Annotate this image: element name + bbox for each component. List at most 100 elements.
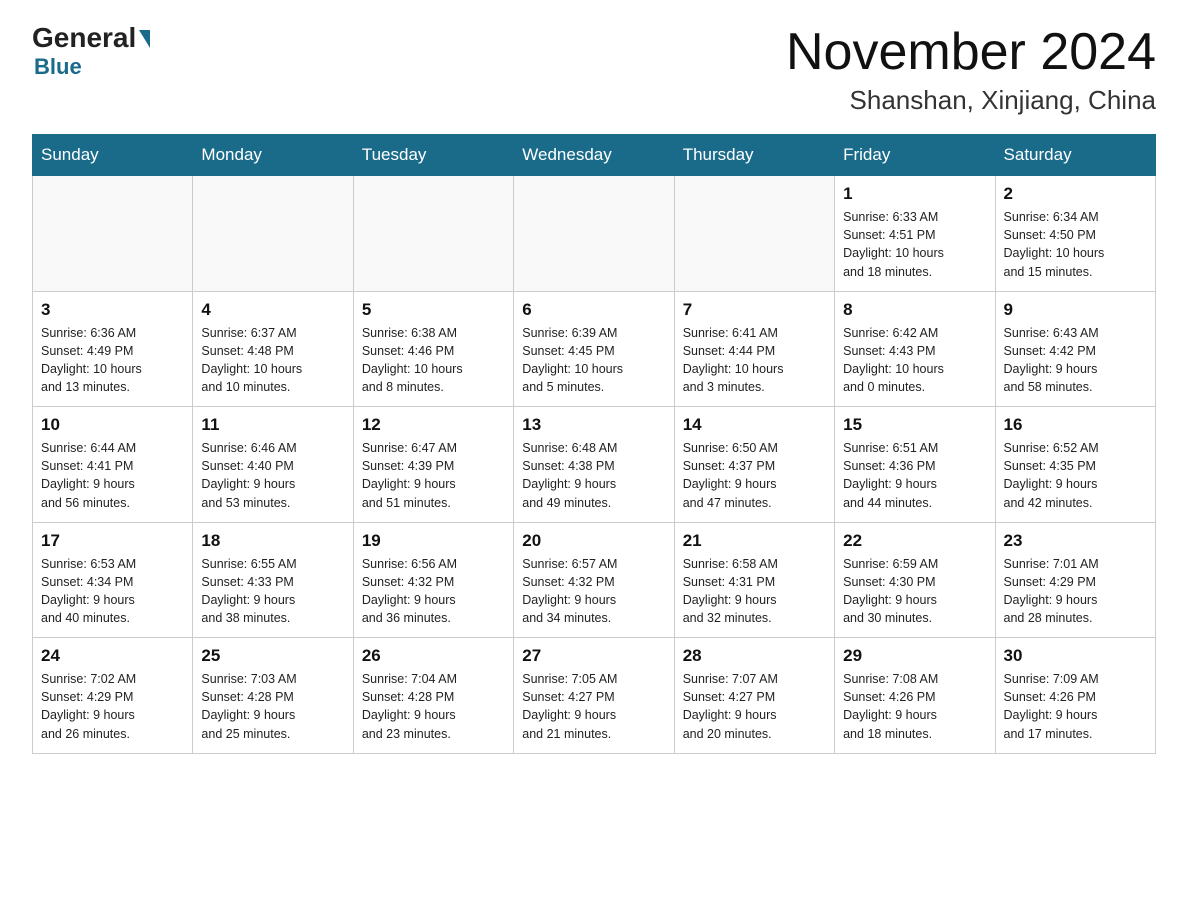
calendar-cell: 6 Sunrise: 6:39 AM Sunset: 4:45 PM Daylig…	[514, 291, 674, 407]
header-wednesday: Wednesday	[514, 135, 674, 176]
calendar-table: SundayMondayTuesdayWednesdayThursdayFrid…	[32, 134, 1156, 754]
calendar-cell: 23 Sunrise: 7:01 AM Sunset: 4:29 PM Dayli…	[995, 522, 1155, 638]
calendar-cell: 29 Sunrise: 7:08 AM Sunset: 4:26 PM Dayli…	[835, 638, 995, 754]
calendar-cell: 28 Sunrise: 7:07 AM Sunset: 4:27 PM Dayli…	[674, 638, 834, 754]
day-number: 11	[201, 415, 344, 435]
day-info: Sunrise: 6:46 AM Sunset: 4:40 PM Dayligh…	[201, 439, 344, 512]
calendar-cell: 8Sunrise: 6:42 AM Sunset: 4:43 PM Daylig…	[835, 291, 995, 407]
calendar-cell: 5 Sunrise: 6:38 AM Sunset: 4:46 PM Daylig…	[353, 291, 513, 407]
title-block: November 2024 Shanshan, Xinjiang, China	[786, 24, 1156, 116]
day-info: Sunrise: 6:55 AM Sunset: 4:33 PM Dayligh…	[201, 555, 344, 628]
day-number: 29	[843, 646, 986, 666]
calendar-week-3: 10 Sunrise: 6:44 AM Sunset: 4:41 PM Dayli…	[33, 407, 1156, 523]
calendar-cell: 17Sunrise: 6:53 AM Sunset: 4:34 PM Dayli…	[33, 522, 193, 638]
day-info: Sunrise: 7:01 AM Sunset: 4:29 PM Dayligh…	[1004, 555, 1147, 628]
day-number: 25	[201, 646, 344, 666]
day-number: 4	[201, 300, 344, 320]
day-number: 27	[522, 646, 665, 666]
day-info: Sunrise: 6:56 AM Sunset: 4:32 PM Dayligh…	[362, 555, 505, 628]
day-number: 2	[1004, 184, 1147, 204]
month-title: November 2024	[786, 24, 1156, 81]
calendar-week-2: 3Sunrise: 6:36 AM Sunset: 4:49 PM Daylig…	[33, 291, 1156, 407]
day-info: Sunrise: 6:57 AM Sunset: 4:32 PM Dayligh…	[522, 555, 665, 628]
calendar-cell: 1 Sunrise: 6:33 AM Sunset: 4:51 PM Daylig…	[835, 176, 995, 292]
calendar-cell: 24Sunrise: 7:02 AM Sunset: 4:29 PM Dayli…	[33, 638, 193, 754]
day-number: 19	[362, 531, 505, 551]
calendar-cell	[193, 176, 353, 292]
calendar-cell: 7 Sunrise: 6:41 AM Sunset: 4:44 PM Daylig…	[674, 291, 834, 407]
day-number: 24	[41, 646, 184, 666]
logo-general-text: General	[32, 24, 136, 52]
day-info: Sunrise: 6:43 AM Sunset: 4:42 PM Dayligh…	[1004, 324, 1147, 397]
header-friday: Friday	[835, 135, 995, 176]
day-number: 22	[843, 531, 986, 551]
calendar-cell: 11 Sunrise: 6:46 AM Sunset: 4:40 PM Dayli…	[193, 407, 353, 523]
day-info: Sunrise: 6:47 AM Sunset: 4:39 PM Dayligh…	[362, 439, 505, 512]
day-number: 10	[41, 415, 184, 435]
day-number: 23	[1004, 531, 1147, 551]
logo-triangle-icon	[139, 30, 150, 48]
day-info: Sunrise: 6:36 AM Sunset: 4:49 PM Dayligh…	[41, 324, 184, 397]
calendar-cell: 3Sunrise: 6:36 AM Sunset: 4:49 PM Daylig…	[33, 291, 193, 407]
day-info: Sunrise: 6:48 AM Sunset: 4:38 PM Dayligh…	[522, 439, 665, 512]
day-info: Sunrise: 6:33 AM Sunset: 4:51 PM Dayligh…	[843, 208, 986, 281]
day-info: Sunrise: 6:37 AM Sunset: 4:48 PM Dayligh…	[201, 324, 344, 397]
day-info: Sunrise: 6:58 AM Sunset: 4:31 PM Dayligh…	[683, 555, 826, 628]
calendar-week-5: 24Sunrise: 7:02 AM Sunset: 4:29 PM Dayli…	[33, 638, 1156, 754]
calendar-cell: 22Sunrise: 6:59 AM Sunset: 4:30 PM Dayli…	[835, 522, 995, 638]
header-tuesday: Tuesday	[353, 135, 513, 176]
calendar-cell: 16 Sunrise: 6:52 AM Sunset: 4:35 PM Dayli…	[995, 407, 1155, 523]
day-number: 17	[41, 531, 184, 551]
day-info: Sunrise: 6:34 AM Sunset: 4:50 PM Dayligh…	[1004, 208, 1147, 281]
calendar-cell: 19 Sunrise: 6:56 AM Sunset: 4:32 PM Dayli…	[353, 522, 513, 638]
calendar-cell: 20 Sunrise: 6:57 AM Sunset: 4:32 PM Dayli…	[514, 522, 674, 638]
day-info: Sunrise: 6:38 AM Sunset: 4:46 PM Dayligh…	[362, 324, 505, 397]
logo-blue-text: Blue	[34, 54, 82, 80]
day-number: 18	[201, 531, 344, 551]
header-monday: Monday	[193, 135, 353, 176]
day-number: 20	[522, 531, 665, 551]
calendar-cell: 26Sunrise: 7:04 AM Sunset: 4:28 PM Dayli…	[353, 638, 513, 754]
day-info: Sunrise: 7:07 AM Sunset: 4:27 PM Dayligh…	[683, 670, 826, 743]
calendar-cell: 27 Sunrise: 7:05 AM Sunset: 4:27 PM Dayli…	[514, 638, 674, 754]
day-info: Sunrise: 7:09 AM Sunset: 4:26 PM Dayligh…	[1004, 670, 1147, 743]
day-info: Sunrise: 6:52 AM Sunset: 4:35 PM Dayligh…	[1004, 439, 1147, 512]
day-info: Sunrise: 6:50 AM Sunset: 4:37 PM Dayligh…	[683, 439, 826, 512]
day-number: 12	[362, 415, 505, 435]
day-number: 15	[843, 415, 986, 435]
location-title: Shanshan, Xinjiang, China	[786, 85, 1156, 116]
page-header: General Blue November 2024 Shanshan, Xin…	[32, 24, 1156, 116]
day-number: 21	[683, 531, 826, 551]
day-number: 1	[843, 184, 986, 204]
calendar-cell: 25Sunrise: 7:03 AM Sunset: 4:28 PM Dayli…	[193, 638, 353, 754]
day-info: Sunrise: 6:44 AM Sunset: 4:41 PM Dayligh…	[41, 439, 184, 512]
calendar-cell: 30 Sunrise: 7:09 AM Sunset: 4:26 PM Dayli…	[995, 638, 1155, 754]
day-number: 6	[522, 300, 665, 320]
calendar-cell	[353, 176, 513, 292]
calendar-week-1: 1 Sunrise: 6:33 AM Sunset: 4:51 PM Daylig…	[33, 176, 1156, 292]
calendar-cell: 9Sunrise: 6:43 AM Sunset: 4:42 PM Daylig…	[995, 291, 1155, 407]
calendar-cell: 21 Sunrise: 6:58 AM Sunset: 4:31 PM Dayli…	[674, 522, 834, 638]
day-info: Sunrise: 6:39 AM Sunset: 4:45 PM Dayligh…	[522, 324, 665, 397]
header-thursday: Thursday	[674, 135, 834, 176]
day-number: 16	[1004, 415, 1147, 435]
calendar-header-row: SundayMondayTuesdayWednesdayThursdayFrid…	[33, 135, 1156, 176]
day-number: 8	[843, 300, 986, 320]
calendar-cell: 2 Sunrise: 6:34 AM Sunset: 4:50 PM Daylig…	[995, 176, 1155, 292]
calendar-cell	[674, 176, 834, 292]
header-sunday: Sunday	[33, 135, 193, 176]
day-info: Sunrise: 6:51 AM Sunset: 4:36 PM Dayligh…	[843, 439, 986, 512]
calendar-cell: 10 Sunrise: 6:44 AM Sunset: 4:41 PM Dayli…	[33, 407, 193, 523]
day-number: 5	[362, 300, 505, 320]
calendar-cell: 13Sunrise: 6:48 AM Sunset: 4:38 PM Dayli…	[514, 407, 674, 523]
day-info: Sunrise: 7:08 AM Sunset: 4:26 PM Dayligh…	[843, 670, 986, 743]
header-saturday: Saturday	[995, 135, 1155, 176]
calendar-cell	[33, 176, 193, 292]
day-number: 7	[683, 300, 826, 320]
day-info: Sunrise: 6:41 AM Sunset: 4:44 PM Dayligh…	[683, 324, 826, 397]
day-info: Sunrise: 7:05 AM Sunset: 4:27 PM Dayligh…	[522, 670, 665, 743]
day-number: 28	[683, 646, 826, 666]
calendar-cell	[514, 176, 674, 292]
calendar-cell: 12 Sunrise: 6:47 AM Sunset: 4:39 PM Dayli…	[353, 407, 513, 523]
day-number: 30	[1004, 646, 1147, 666]
